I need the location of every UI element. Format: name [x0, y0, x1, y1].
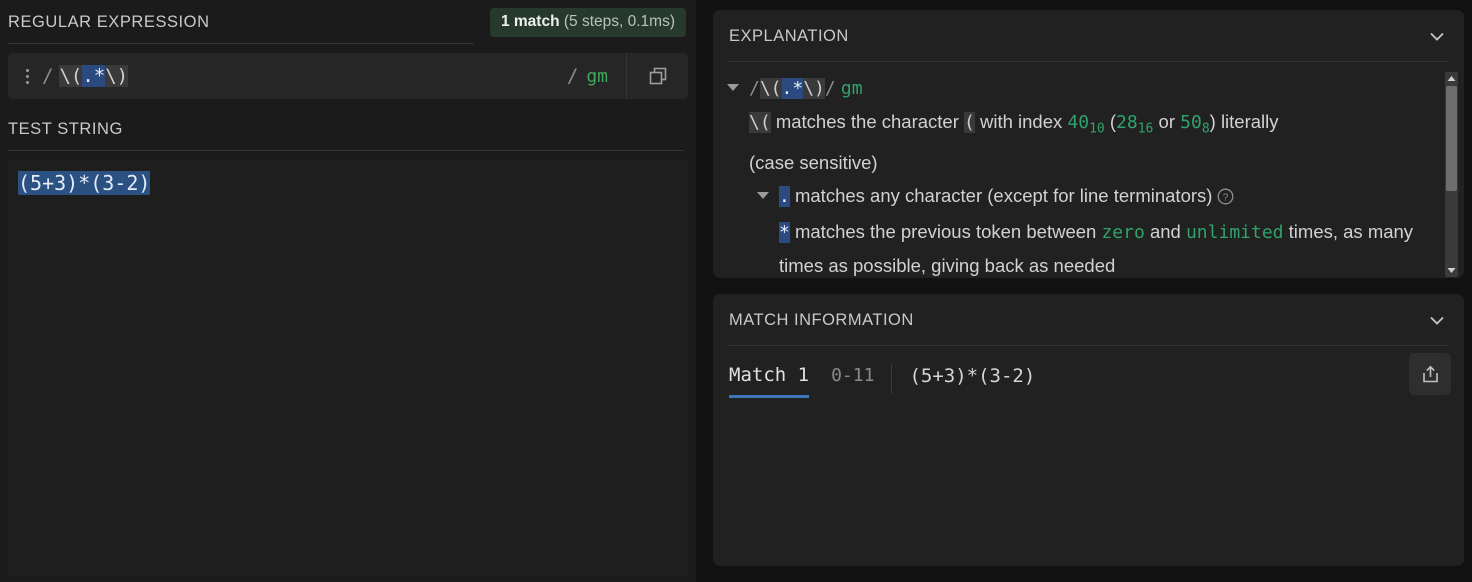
copy-icon [649, 67, 666, 85]
exp-line2-text: matches any character (except for line t… [789, 184, 1213, 206]
test-string-input[interactable]: (5+3)*(3-2) [8, 160, 688, 577]
test-string-content: (5+3)*(3-2) [18, 170, 678, 196]
explanation-line-1: \( matches the character ( with index 40… [721, 105, 1434, 146]
regex-delimiter-close: / [566, 65, 579, 87]
explanation-line-1-cont: (case sensitive) [749, 151, 878, 173]
match-information-header: MATCH INFORMATION [713, 294, 1464, 346]
triangle-down-icon [1447, 268, 1456, 273]
header-divider [8, 43, 474, 44]
copy-button[interactable] [626, 53, 688, 99]
chevron-down-icon-2 [1430, 316, 1444, 325]
regex-flags-group[interactable]: / gm [567, 65, 612, 87]
test-string-header: TEST STRING [0, 107, 696, 151]
disclosure-triangle-icon-2[interactable] [757, 191, 769, 199]
exp-flags: gm [840, 78, 863, 99]
explanation-line-3: * matches the previous token between zer… [721, 215, 1434, 276]
match-detail-label: (5 steps, 0.1ms) [559, 13, 675, 30]
explanation-pattern-line: /\(.*\)/ gm [721, 71, 1434, 105]
explanation-scrollbar[interactable] [1445, 72, 1458, 277]
status-badge: 1 match (5 steps, 0.1ms) [489, 8, 686, 37]
exp-line1-oct: 50 [1180, 112, 1202, 133]
match-information-panel: MATCH INFORMATION Match 1 0-11 (5+3)*(3-… [713, 294, 1464, 566]
exp-line1-text-a: matches the character [770, 111, 964, 132]
regex-flags[interactable]: gm [586, 66, 608, 87]
tab-match-1[interactable]: Match 1 [729, 364, 810, 398]
exp-line1-dec: 40 [1067, 112, 1090, 133]
exp-escaped-open: \( [759, 78, 782, 99]
match-row: Match 1 0-11 (5+3)*(3-2) [713, 346, 1464, 398]
chevron-down-icon [1430, 32, 1444, 41]
exp-line3-min: zero [1101, 221, 1145, 243]
exp-line1-token: \( [749, 112, 771, 133]
scroll-up-button[interactable] [1445, 72, 1458, 85]
exp-line1-text-b: with index [974, 111, 1068, 132]
match-count-label: 1 match [500, 13, 560, 30]
match-collapse-button[interactable] [1426, 309, 1448, 331]
drag-handle-icon[interactable] [16, 68, 38, 84]
explanation-header: EXPLANATION [713, 10, 1464, 62]
export-button[interactable] [1409, 353, 1451, 395]
exp-line3-token: * [779, 221, 790, 243]
help-button[interactable]: ? [1217, 182, 1234, 215]
exp-delim-open: / [749, 78, 760, 99]
disclosure-triangle-icon[interactable] [727, 84, 739, 91]
help-circle-icon: ? [1217, 188, 1234, 205]
page-title: REGULAR EXPRESSION [8, 12, 210, 31]
explanation-line-2: . matches any character (except for line… [721, 179, 1434, 215]
explanation-collapse-button[interactable] [1426, 25, 1448, 47]
match-separator [891, 364, 893, 394]
exp-line1-text-d: or [1153, 111, 1181, 132]
match-range: 0-11 [831, 365, 875, 386]
match-value: (5+3)*(3-2) [909, 365, 1036, 387]
explanation-body: /\(.*\)/ gm \( matches the character ( w… [713, 62, 1464, 276]
exp-line1-dec-sub: 10 [1089, 121, 1105, 137]
exp-line2-token: . [779, 185, 790, 207]
regex-tester-app: REGULAR EXPRESSION 1 match (5 steps, 0.1… [0, 0, 1472, 582]
explanation-dot-row[interactable]: . matches any character (except for line… [721, 179, 1434, 215]
explanation-root-row[interactable]: /\(.*\)/ gm [721, 71, 1434, 105]
exp-line1-literal: ( [964, 112, 975, 133]
regex-input[interactable]: \(.*\) [59, 65, 129, 87]
exp-escaped-close: \) [803, 78, 825, 99]
test-header-divider [8, 150, 684, 151]
test-string-title: TEST STRING [8, 119, 123, 138]
exp-delim-close: / [824, 78, 836, 99]
regex-token-escaped-close: \) [105, 65, 129, 87]
exp-line1-hex: 28 [1116, 112, 1138, 133]
exp-line1-text-e: ) literally [1209, 111, 1279, 132]
scroll-down-button[interactable] [1445, 264, 1458, 277]
exp-line3-max: unlimited [1185, 221, 1284, 243]
regex-delimiter-open: / [42, 65, 54, 87]
exp-line3-text-a: matches the previous token between [789, 220, 1102, 242]
regex-input-bar[interactable]: / \(.*\) / gm [8, 53, 688, 99]
exp-line1-oct-sub: 8 [1201, 121, 1210, 137]
match-highlight: (5+3)*(3-2) [18, 171, 151, 195]
explanation-title: EXPLANATION [729, 26, 849, 45]
export-icon [1422, 365, 1438, 382]
match-information-title: MATCH INFORMATION [729, 310, 914, 329]
left-pane: REGULAR EXPRESSION 1 match (5 steps, 0.1… [0, 0, 696, 582]
svg-text:?: ? [1223, 192, 1229, 203]
regex-token-selected: .* [82, 65, 106, 87]
exp-selected-token: .* [781, 78, 804, 99]
exp-line1-hex-sub: 16 [1137, 121, 1154, 137]
right-pane: EXPLANATION /\(.*\)/ gm \( matches the c… [696, 0, 1472, 582]
exp-line3-text-b: and [1144, 220, 1186, 242]
regex-token-escaped-open: \( [59, 65, 83, 87]
exp-line1-text-c: ( [1104, 111, 1117, 132]
triangle-up-icon [1447, 76, 1456, 81]
explanation-panel: EXPLANATION /\(.*\)/ gm \( matches the c… [713, 10, 1464, 278]
scrollbar-thumb[interactable] [1446, 86, 1457, 191]
